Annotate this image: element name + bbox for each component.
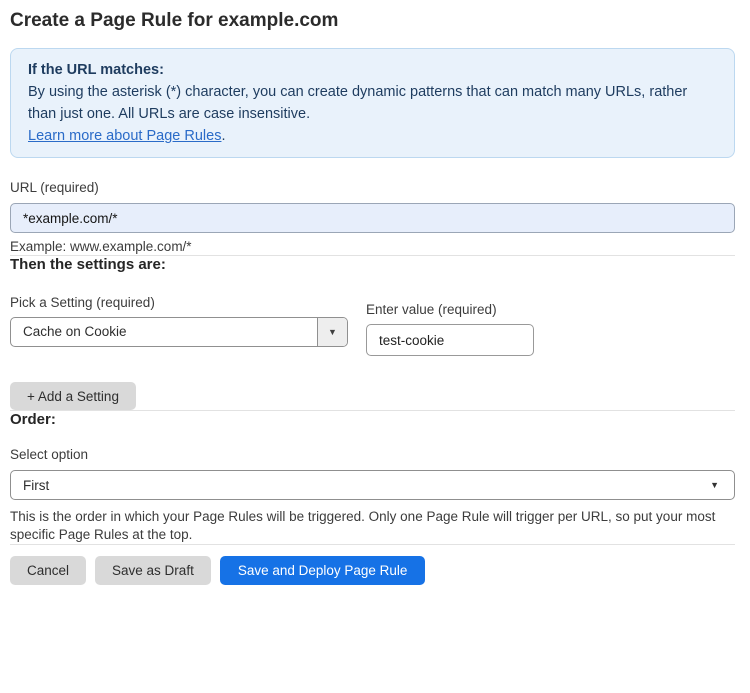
url-match-info-box: If the URL matches: By using the asteris…: [10, 48, 735, 158]
info-box-link-line: Learn more about Page Rules.: [28, 125, 717, 147]
divider: [10, 544, 735, 545]
settings-row: Pick a Setting (required) Cache on Cooki…: [10, 295, 735, 356]
info-box-heading: If the URL matches:: [28, 62, 164, 78]
order-help-text: This is the order in which your Page Rul…: [10, 509, 716, 542]
enter-value-column: Enter value (required): [366, 295, 534, 356]
order-select[interactable]: First ▼: [10, 470, 735, 500]
save-draft-button[interactable]: Save as Draft: [95, 556, 211, 585]
add-setting-button[interactable]: + Add a Setting: [10, 382, 136, 410]
order-select-value: First: [23, 477, 50, 493]
footer-actions: Cancel Save as Draft Save and Deploy Pag…: [10, 556, 735, 585]
page-rule-form: Create a Page Rule for example.com If th…: [0, 0, 750, 585]
url-input[interactable]: [10, 203, 735, 233]
save-deploy-button[interactable]: Save and Deploy Page Rule: [219, 556, 426, 585]
setting-dropdown-arrow-button[interactable]: ▼: [317, 318, 347, 346]
chevron-down-icon: ▼: [328, 326, 337, 337]
learn-more-link[interactable]: Learn more about Page Rules: [28, 128, 221, 144]
setting-dropdown[interactable]: Cache on Cookie ▼: [10, 317, 348, 347]
url-label: URL (required): [10, 180, 99, 195]
settings-heading: Then the settings are:: [10, 256, 166, 273]
pick-setting-label: Pick a Setting (required): [10, 295, 155, 310]
order-heading: Order:: [10, 411, 56, 428]
page-title: Create a Page Rule for example.com: [10, 10, 339, 31]
chevron-down-icon: ▼: [710, 479, 719, 490]
link-suffix: .: [221, 128, 226, 144]
info-box-body: By using the asterisk (*) character, you…: [28, 84, 688, 122]
url-example-hint: Example: www.example.com/*: [10, 239, 192, 254]
cancel-button[interactable]: Cancel: [10, 556, 87, 585]
pick-setting-column: Pick a Setting (required) Cache on Cooki…: [10, 295, 348, 347]
setting-dropdown-value: Cache on Cookie: [23, 324, 127, 339]
order-select-label: Select option: [10, 447, 89, 462]
setting-value-input[interactable]: [366, 324, 534, 356]
enter-value-label: Enter value (required): [366, 302, 497, 317]
